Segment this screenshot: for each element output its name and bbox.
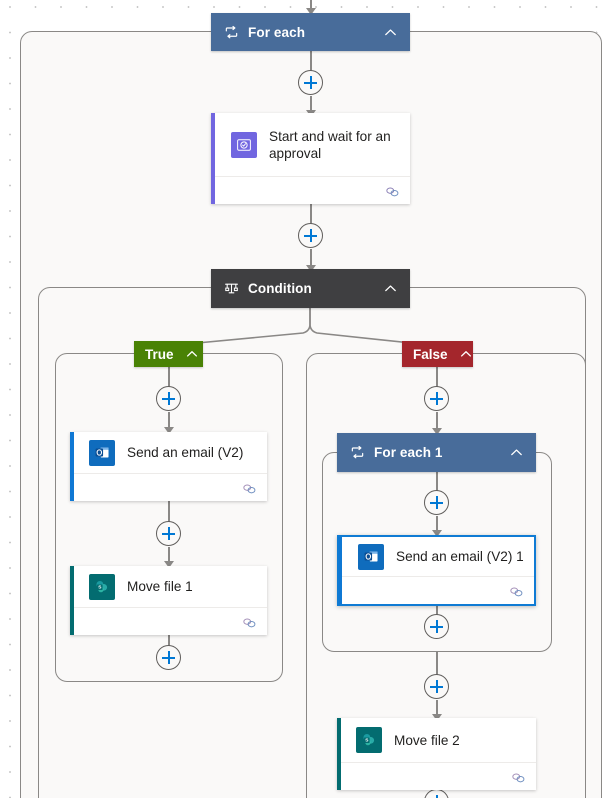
insert-true-bottom-button[interactable] (156, 645, 181, 670)
true-branch-label: True (145, 346, 174, 362)
card-accent-bar (339, 537, 342, 604)
condition-node-label: Condition (248, 281, 312, 296)
card-body: S Move file 1 (70, 566, 267, 607)
card-footer (70, 607, 267, 635)
connection-link-icon[interactable] (242, 482, 256, 494)
card-body: S Move file 2 (337, 718, 536, 762)
insert-after-approval-button[interactable] (298, 223, 323, 248)
connector-false-chip-to-plus (436, 367, 438, 387)
card-body: Send an email (V2) 1 (339, 537, 534, 576)
insert-after-for-each-button[interactable] (298, 70, 323, 95)
card-accent-bar (70, 432, 74, 501)
move-file-1-card[interactable]: S Move file 1 (70, 566, 267, 635)
condition-node-header[interactable]: Condition (211, 269, 410, 308)
card-title: Send an email (V2) (127, 445, 244, 460)
send-an-email-v2-card[interactable]: Send an email (V2) (70, 432, 267, 501)
card-body: Start and wait for an approval (211, 113, 410, 176)
connector-foreach1scope-to-plus (436, 652, 438, 675)
connection-link-icon[interactable] (385, 185, 399, 197)
chevron-up-icon[interactable] (185, 347, 199, 361)
insert-for-each-1-top-button[interactable] (424, 490, 449, 515)
loop-icon (224, 25, 239, 40)
for-each-node-header[interactable]: For each (211, 13, 410, 51)
chevron-up-icon[interactable] (383, 281, 398, 296)
chevron-up-icon[interactable] (383, 25, 398, 40)
card-footer (337, 762, 536, 790)
card-footer (70, 473, 267, 501)
loop-icon (350, 445, 365, 460)
move-file-2-card[interactable]: S Move file 2 (337, 718, 536, 790)
insert-for-each-1-bottom-button[interactable] (424, 614, 449, 639)
connection-link-icon[interactable] (511, 771, 525, 783)
outlook-icon (358, 543, 384, 570)
insert-true-middle-button[interactable] (156, 521, 181, 546)
connection-link-icon[interactable] (509, 585, 523, 597)
sharepoint-icon: S (89, 573, 115, 600)
start-and-wait-for-an-approval-card[interactable]: Start and wait for an approval (211, 113, 410, 204)
flow-canvas[interactable]: For each Start and wait for an approval (0, 0, 616, 798)
card-title: Move file 1 (127, 579, 193, 594)
card-accent-bar (337, 718, 341, 790)
connector-foreach1-to-plus (436, 472, 438, 491)
true-branch-chip[interactable]: True (134, 341, 203, 367)
approvals-icon (231, 131, 257, 158)
false-branch-label: False (413, 346, 448, 362)
condition-icon (224, 281, 239, 296)
chevron-up-icon[interactable] (459, 347, 473, 361)
for-each-1-node-label: For each 1 (374, 445, 443, 460)
connection-link-icon[interactable] (242, 616, 256, 628)
false-branch-chip[interactable]: False (402, 341, 473, 367)
card-accent-bar (70, 566, 74, 635)
chevron-up-icon[interactable] (509, 445, 524, 460)
card-title: Send an email (V2) 1 (396, 549, 524, 564)
connector-email-to-plus-true (168, 501, 170, 522)
insert-false-top-button[interactable] (424, 386, 449, 411)
card-body: Send an email (V2) (70, 432, 267, 473)
connector-true-chip-to-plus (168, 367, 170, 387)
card-title: Move file 2 (394, 732, 460, 748)
for-each-1-node-header[interactable]: For each 1 (337, 433, 536, 472)
card-footer (211, 176, 410, 204)
card-accent-bar (211, 113, 215, 204)
insert-after-for-each-1-button[interactable] (424, 674, 449, 699)
sharepoint-icon: S (356, 727, 382, 753)
outlook-icon (89, 439, 115, 466)
insert-true-top-button[interactable] (156, 386, 181, 411)
send-an-email-v2-1-card[interactable]: Send an email (V2) 1 (337, 535, 536, 606)
card-footer (339, 576, 534, 604)
for-each-node-label: For each (248, 24, 306, 40)
card-title: Start and wait for an approval (269, 128, 391, 161)
